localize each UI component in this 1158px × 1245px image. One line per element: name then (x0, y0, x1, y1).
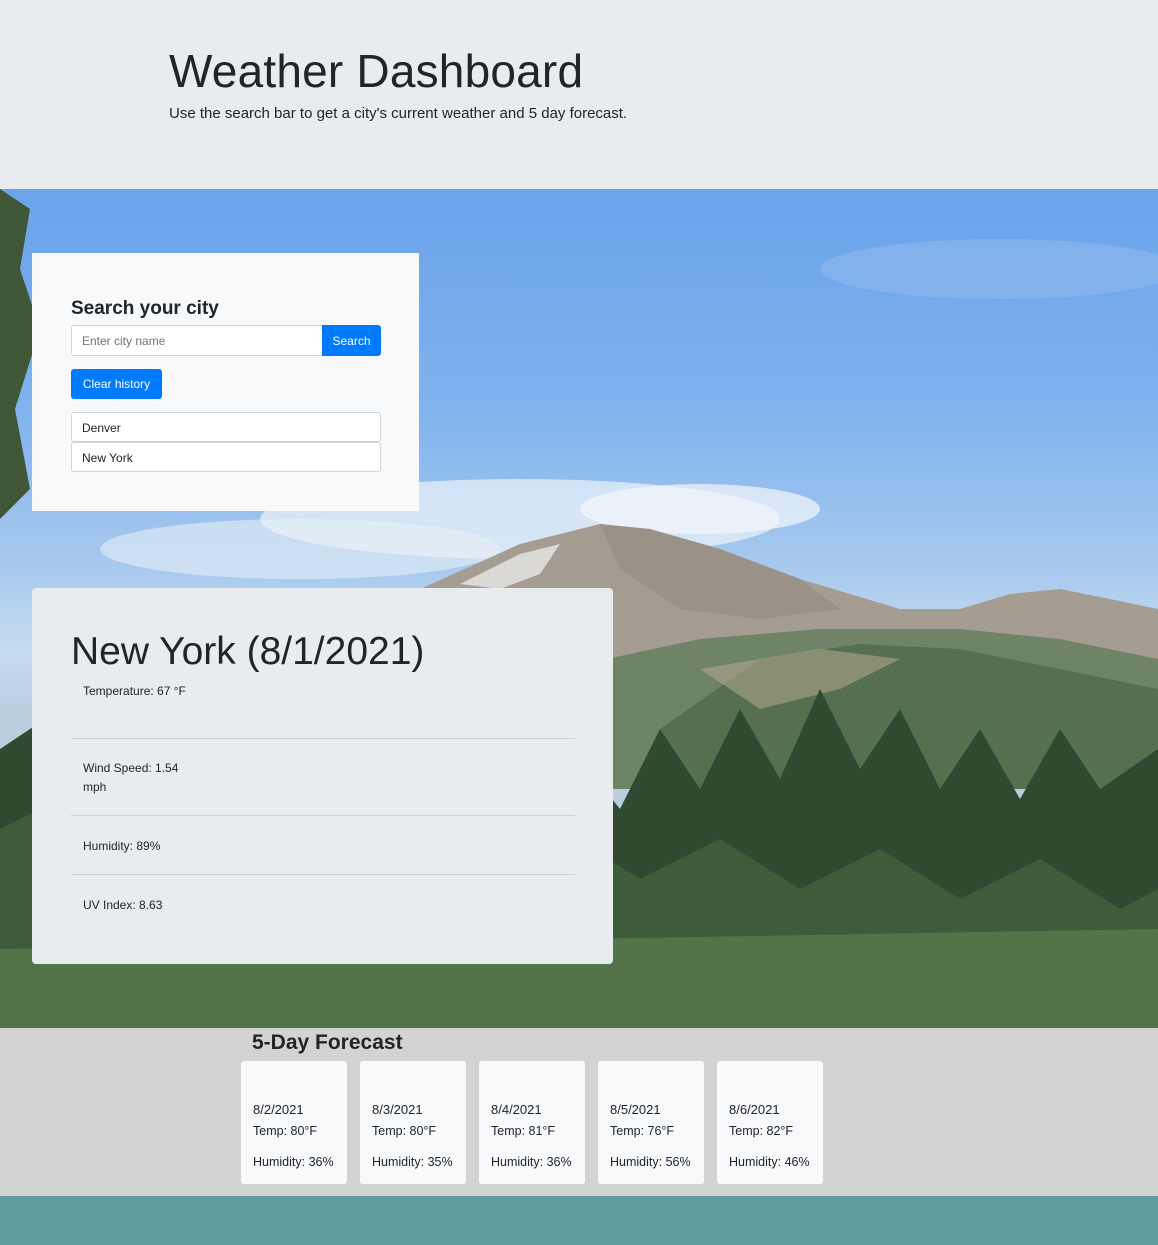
temperature-row: Temperature: 67 °F (71, 682, 575, 739)
forecast-card: 8/4/2021 Temp: 81°F Humidity: 36% (479, 1061, 585, 1184)
history-item-denver[interactable]: Denver (71, 412, 381, 442)
search-heading: Search your city (71, 298, 219, 319)
header-jumbotron: Weather Dashboard Use the search bar to … (0, 0, 1158, 189)
page-title: Weather Dashboard (169, 45, 584, 97)
search-button[interactable]: Search (322, 325, 381, 356)
forecast-card: 8/2/2021 Temp: 80°F Humidity: 36% (241, 1061, 347, 1184)
current-weather-panel: New York (8/1/2021) Temperature: 67 °F W… (32, 588, 613, 964)
forecast-date: 8/2/2021 (253, 1102, 304, 1117)
forecast-date: 8/4/2021 (491, 1102, 542, 1117)
forecast-humidity: Humidity: 56% (610, 1155, 691, 1169)
history-item-new-york[interactable]: New York (71, 442, 381, 472)
forecast-temp: Temp: 80°F (253, 1124, 318, 1138)
humidity-value: Humidity: 89% (83, 839, 161, 853)
footer (0, 1196, 1158, 1245)
forecast-temp: Temp: 81°F (491, 1124, 556, 1138)
temperature-value: Temperature: 67 °F (83, 684, 186, 698)
clear-history-button[interactable]: Clear history (71, 369, 162, 399)
forecast-humidity: Humidity: 36% (491, 1155, 572, 1169)
forecast-humidity: Humidity: 46% (729, 1155, 810, 1169)
forecast-temp: Temp: 82°F (729, 1124, 794, 1138)
forecast-section: 5-Day Forecast 8/2/2021 Temp: 80°F Humid… (0, 1028, 1158, 1196)
forecast-temp: Temp: 80°F (372, 1124, 437, 1138)
search-history-list: Denver New York (71, 412, 381, 472)
humidity-row: Humidity: 89% (71, 837, 575, 875)
forecast-card: 8/6/2021 Temp: 82°F Humidity: 46% (717, 1061, 823, 1184)
city-search-input[interactable] (71, 325, 323, 356)
forecast-temp: Temp: 76°F (610, 1124, 675, 1138)
forecast-humidity: Humidity: 35% (372, 1155, 453, 1169)
forecast-date: 8/6/2021 (729, 1102, 780, 1117)
forecast-card: 8/5/2021 Temp: 76°F Humidity: 56% (598, 1061, 704, 1184)
search-panel: Search your city Search Clear history De… (32, 253, 419, 511)
page-subtitle: Use the search bar to get a city's curre… (169, 105, 628, 122)
uv-index-value: UV Index: 8.63 (83, 898, 163, 912)
current-city-title: New York (8/1/2021) (71, 630, 425, 673)
forecast-date: 8/5/2021 (610, 1102, 661, 1117)
forecast-heading: 5-Day Forecast (252, 1031, 403, 1054)
forecast-humidity: Humidity: 36% (253, 1155, 334, 1169)
wind-speed-value: Wind Speed: 1.54 mph (83, 761, 179, 794)
uv-index-row: UV Index: 8.63 (71, 896, 575, 914)
forecast-card: 8/3/2021 Temp: 80°F Humidity: 35% (360, 1061, 466, 1184)
wind-speed-row: Wind Speed: 1.54 mph (71, 759, 575, 816)
forecast-date: 8/3/2021 (372, 1102, 423, 1117)
